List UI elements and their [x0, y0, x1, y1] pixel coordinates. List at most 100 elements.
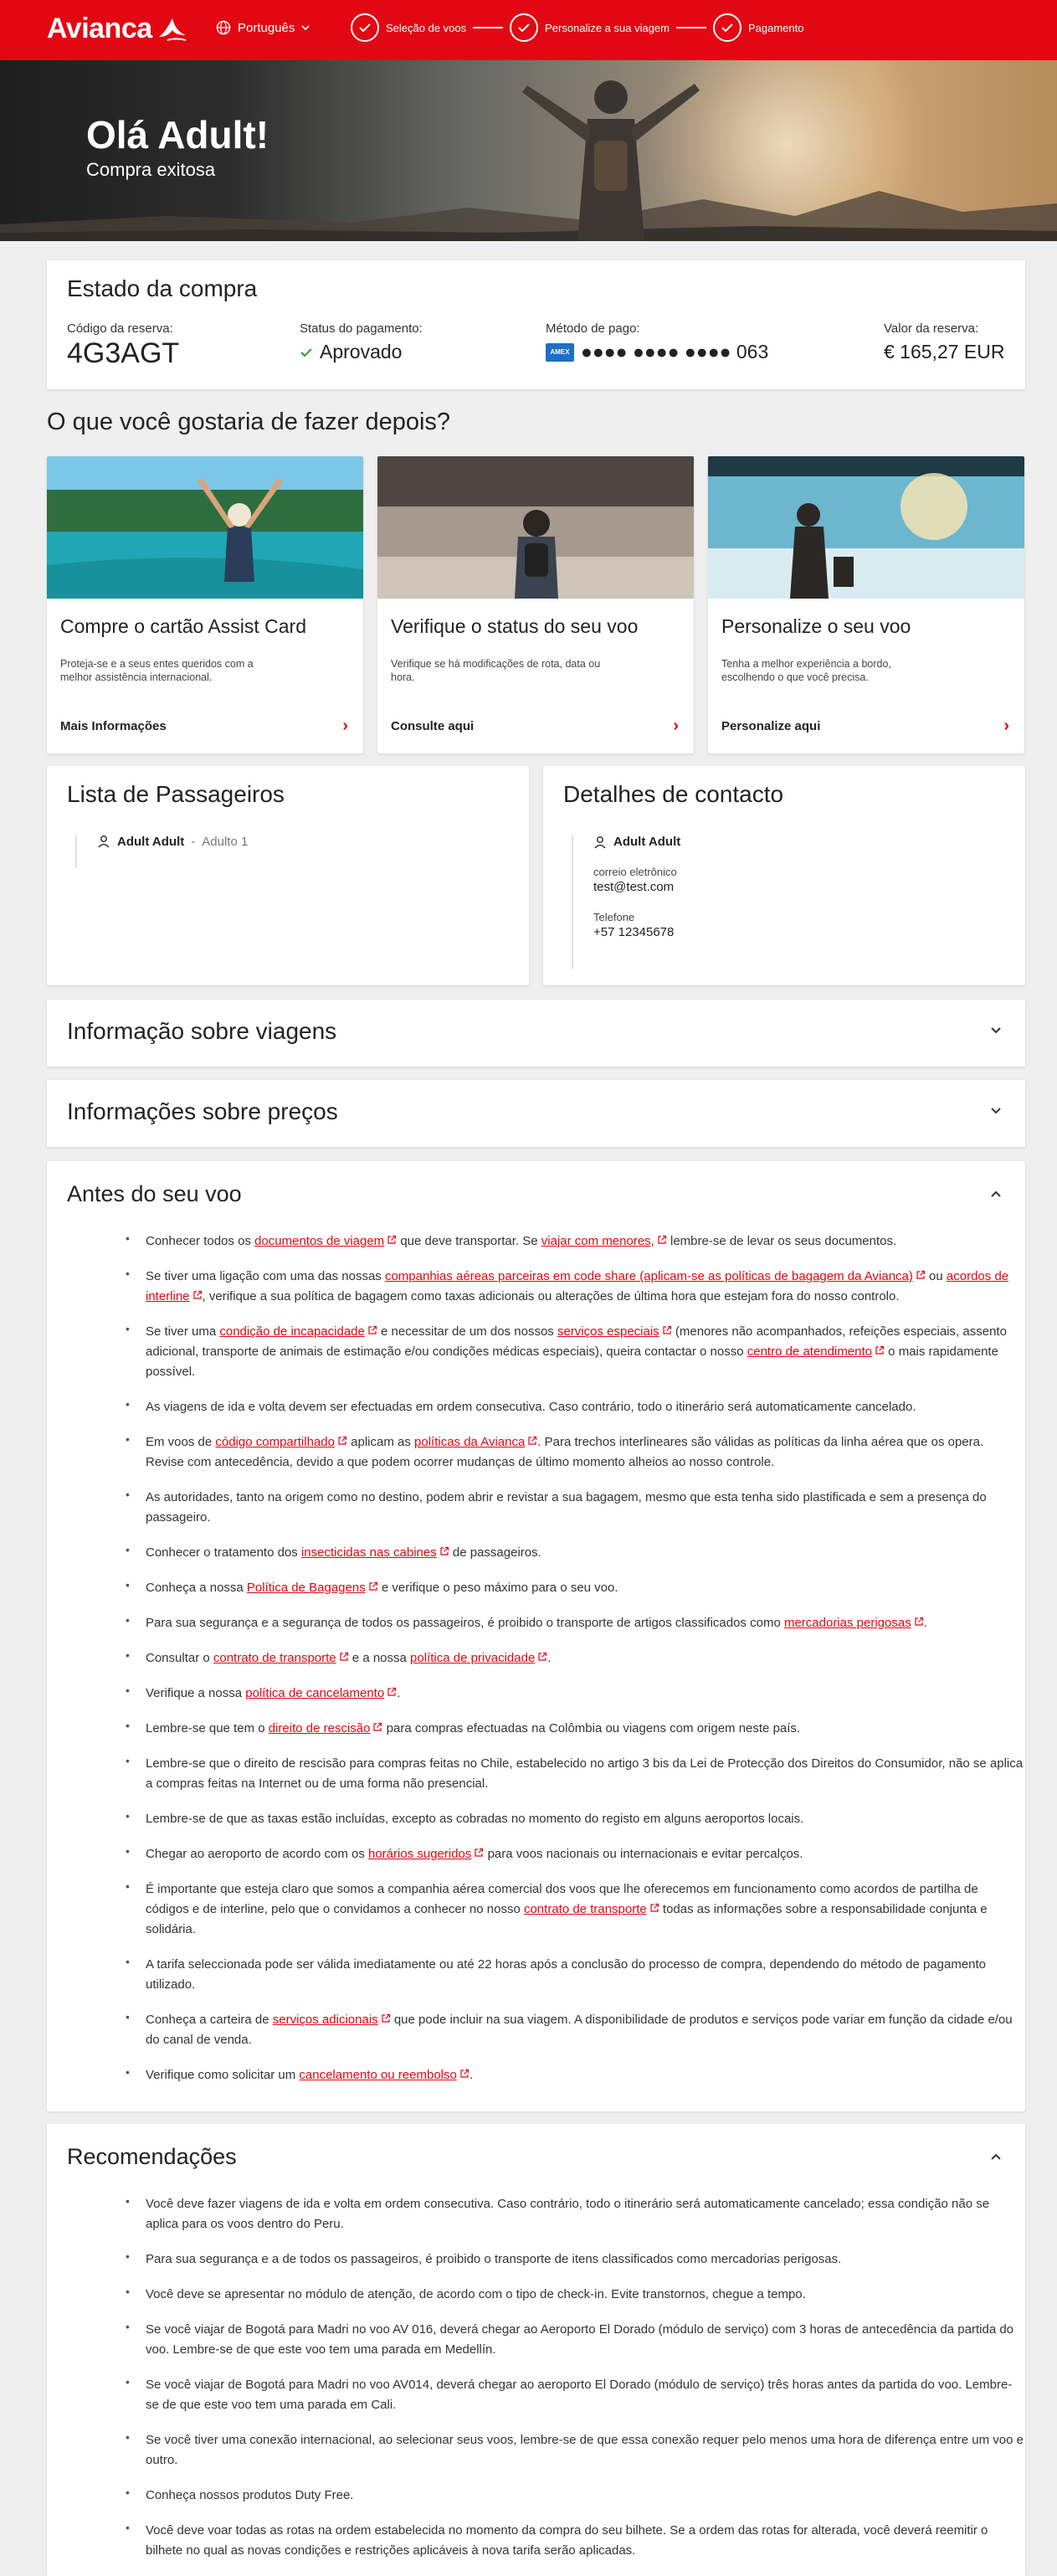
payment-method: Método de pago: AMEX ●●●● ●●●● ●●●● 063 — [546, 321, 768, 363]
external-link-icon — [382, 2013, 390, 2023]
accordion-price-info[interactable]: Informações sobre preços — [47, 1080, 1025, 1147]
reservation-code-value: 4G3AGT — [67, 337, 180, 369]
item-text: Chegar ao aeroporto de acordo com os — [146, 1847, 368, 1861]
step-connector — [675, 27, 706, 28]
item-text: Para sua segurança e a segurança de todo… — [146, 1616, 784, 1630]
language-selector[interactable]: Português — [216, 20, 310, 35]
step-label: Pagamento — [747, 21, 804, 34]
info-link[interactable]: companhias aéreas parceiras em code shar… — [385, 1269, 913, 1283]
promo-link-check-status[interactable]: Consulte aqui › — [377, 698, 694, 753]
avianca-logo[interactable]: Avianca — [47, 13, 189, 45]
promo-title: Personalize o seu voo — [721, 615, 911, 637]
phone-label: Telefone — [593, 911, 635, 923]
info-link[interactable]: política de cancelamento — [245, 1686, 384, 1700]
info-link[interactable]: Política de Bagagens — [247, 1581, 366, 1595]
info-link[interactable]: serviços especiais — [557, 1324, 659, 1339]
info-link[interactable]: contrato de transporte — [213, 1651, 336, 1665]
step-label: Seleção de voos — [386, 21, 467, 34]
promo-link-personalize[interactable]: Personalize aqui › — [708, 698, 1024, 753]
info-link[interactable]: documentos de viagem — [254, 1234, 384, 1248]
window-view-image — [708, 456, 1024, 599]
passenger-name: Adult Adult — [117, 835, 185, 849]
promo-link-more-info[interactable]: Mais Informações › — [47, 698, 363, 753]
check-icon — [712, 13, 741, 42]
item-text: Conheça a carteira de — [146, 2013, 273, 2027]
info-link[interactable]: condição de incapacidade — [219, 1324, 364, 1339]
item-text: . — [923, 1616, 927, 1630]
external-link-icon — [528, 1436, 537, 1445]
info-link[interactable]: mercadorias perigosas — [784, 1616, 911, 1630]
before-flight-item: Consultar o contrato de transporte e a n… — [126, 1645, 1024, 1668]
recommendations-card: Recomendações Você deve fazer viagens de… — [47, 2124, 1025, 2576]
info-link[interactable]: contrato de transporte — [524, 1902, 647, 1916]
step-payment[interactable]: Pagamento — [712, 13, 804, 42]
chevron-down-icon[interactable] — [990, 1107, 1002, 1115]
external-link-icon — [658, 1235, 666, 1244]
chevron-right-icon: › — [673, 716, 679, 735]
payment-method-row: AMEX ●●●● ●●●● ●●●● 063 — [546, 341, 768, 363]
promo-text: Tenha a melhor experiência a bordo, esco… — [721, 658, 891, 683]
recommendations-title: Recomendações — [67, 2144, 237, 2169]
before-flight-item: Se tiver uma ligação com uma das nossas … — [126, 1263, 1024, 1307]
check-icon — [300, 347, 312, 357]
item-text: e a nossa — [348, 1651, 411, 1665]
logo-bird-icon — [158, 18, 186, 41]
item-text: . — [397, 1686, 401, 1700]
reservation-amount-label: Valor da reserva: — [884, 321, 979, 336]
item-text: para voos nacionais ou internacionais e … — [484, 1847, 803, 1861]
external-link-icon — [387, 1687, 397, 1696]
chevron-up-icon[interactable] — [990, 2152, 1002, 2161]
before-flight-item: Conheça a nossa Política de Bagagens e v… — [126, 1575, 1024, 1598]
item-text: para compras efectuadas na Colômbia ou v… — [382, 1721, 801, 1735]
item-text: ou — [925, 1269, 947, 1283]
info-link[interactable]: viajar com menores, — [541, 1234, 654, 1248]
info-link[interactable]: insecticidas nas cabines — [301, 1545, 437, 1560]
item-text: As autoridades, tanto na origem como no … — [146, 1490, 987, 1525]
recommendation-item: Se você viajar de Bogotá para Madri no v… — [126, 2316, 1024, 2360]
purchase-status-card: Estado da compra Código da reserva: 4G3A… — [47, 260, 1025, 389]
payment-status-label: Status do pagamento: — [300, 321, 423, 336]
item-text: . — [469, 2068, 474, 2082]
promo-title: Compre o cartão Assist Card — [60, 615, 307, 637]
step-connector — [473, 27, 504, 28]
info-link[interactable]: centro de atendimento — [747, 1345, 872, 1359]
info-link[interactable]: horários sugeridos — [368, 1847, 471, 1861]
external-link-icon — [875, 1345, 885, 1355]
info-link[interactable]: cancelamento ou reembolso — [299, 2068, 456, 2082]
payment-status-row: Aprovado — [300, 341, 423, 363]
user-icon — [594, 836, 606, 849]
promo-text: Verifique se há modificações de rota, da… — [391, 658, 601, 683]
chevron-down-icon[interactable] — [990, 1026, 1002, 1035]
info-link[interactable]: políticas da Avianca — [414, 1435, 525, 1449]
recommendation-item: Você deve voar todas as rotas na ordem e… — [126, 2517, 1024, 2561]
accordion-title: Informação sobre viagens — [67, 1018, 337, 1044]
contact-body: Adult Adult correio eletrônico test@test… — [572, 835, 680, 969]
chevron-up-icon[interactable] — [990, 1190, 1002, 1198]
accordion-title: Informações sobre preços — [67, 1098, 338, 1124]
step-customize-trip[interactable]: Personalize a sua viagem — [510, 13, 670, 42]
info-link[interactable]: serviços adicionais — [273, 2013, 378, 2027]
chevron-right-icon: › — [1003, 716, 1009, 735]
item-text: e verifique o peso máximo para o seu voo… — [377, 1581, 618, 1595]
recommendation-item: Conheça nossos produtos Duty Free. — [126, 2482, 1024, 2506]
promo-link-label: Consulte aqui — [391, 718, 475, 733]
external-link-icon — [192, 1290, 202, 1299]
item-text: Conhecer o tratamento dos — [146, 1545, 301, 1560]
before-flight-card: Antes do seu voo Conhecer todos os docum… — [47, 1161, 1025, 2111]
beach-image — [47, 456, 363, 599]
accordion-travel-info[interactable]: Informação sobre viagens — [47, 1000, 1025, 1067]
step-flight-selection[interactable]: Seleção de voos — [351, 13, 466, 42]
item-text: lembre-se de levar os seus documentos. — [666, 1234, 897, 1248]
info-link[interactable]: direito de rescisão — [269, 1721, 371, 1735]
before-flight-item: Lembre-se de que as taxas estão incluída… — [126, 1806, 1024, 1829]
external-link-icon — [915, 1617, 923, 1626]
promo-card-assist-card[interactable]: Compre o cartão Assist Card Proteja-se e… — [47, 456, 363, 753]
external-link-icon — [369, 1581, 377, 1591]
reservation-amount: Valor da reserva: € 165,27 EUR — [884, 321, 1004, 363]
promo-card-flight-status[interactable]: Verifique o status do seu voo Verifique … — [377, 456, 694, 753]
payment-method-value: ●●●● ●●●● ●●●● 063 — [581, 341, 769, 362]
promo-card-personalize[interactable]: Personalize o seu voo Tenha a melhor exp… — [708, 456, 1024, 753]
info-link[interactable]: código compartilhado — [215, 1435, 335, 1449]
info-link[interactable]: política de privacidade — [410, 1651, 535, 1665]
item-text: Lembre-se que o direito de rescisão para… — [146, 1756, 1024, 1791]
